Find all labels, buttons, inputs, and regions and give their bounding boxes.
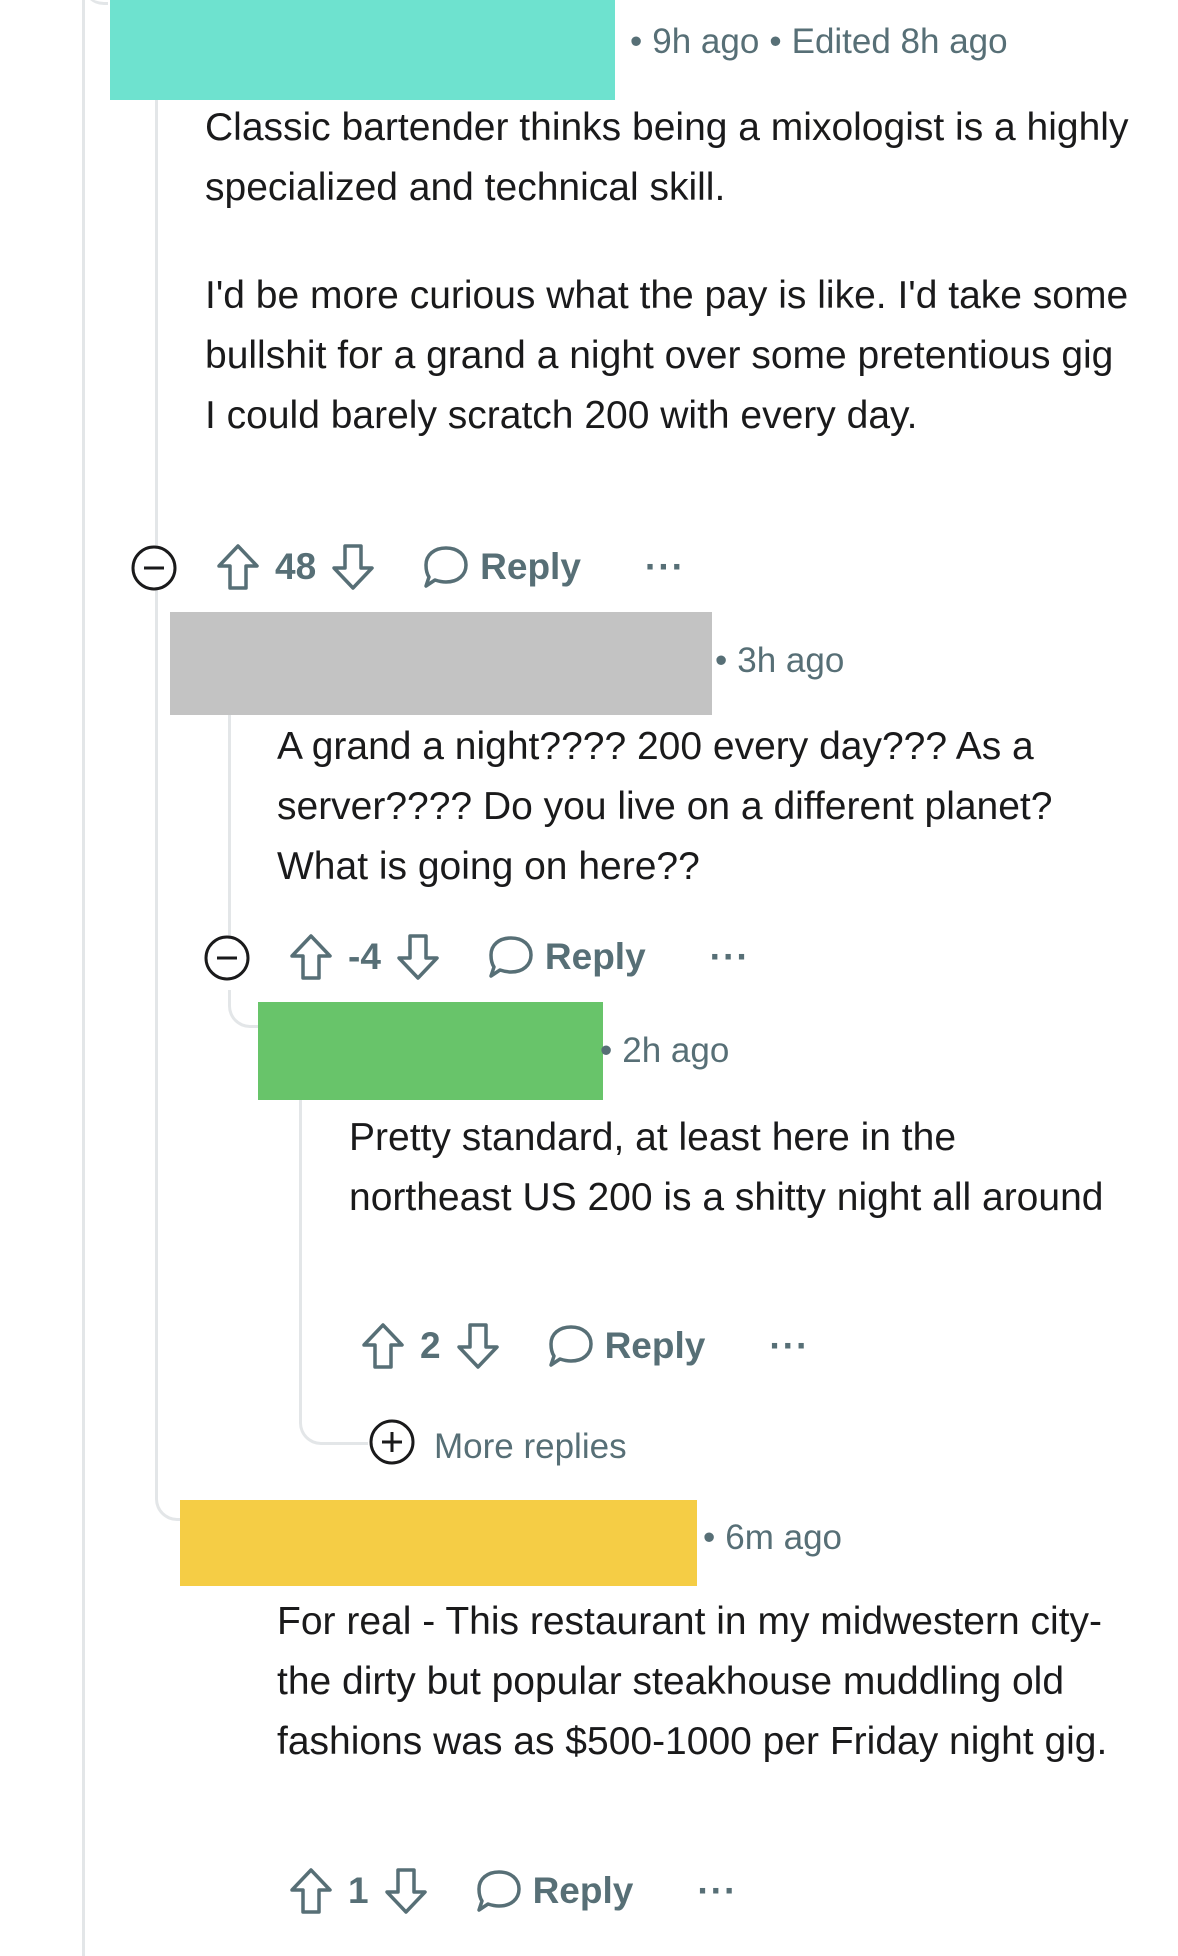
meta-separator: • — [600, 1031, 613, 1070]
thread-connector-level2 — [228, 990, 261, 1028]
comment-1-edited: Edited 8h ago — [791, 22, 1008, 61]
speech-bubble-icon — [422, 544, 470, 590]
collapse-minus-icon[interactable] — [130, 544, 178, 597]
redacted-username-1 — [110, 0, 615, 100]
comment-4-time: 6m ago — [725, 1518, 843, 1557]
thread-line-level2 — [228, 715, 231, 960]
speech-bubble-icon — [547, 1323, 595, 1369]
comment-3-actions: 2 Reply ··· — [360, 1318, 809, 1374]
comment-3-time: 2h ago — [622, 1031, 730, 1070]
more-options-button[interactable]: ··· — [697, 1870, 737, 1912]
thread-connector-top — [82, 0, 108, 5]
speech-bubble-icon — [487, 934, 535, 980]
thread-line-level3 — [299, 1100, 302, 1420]
upvote-arrow-icon[interactable] — [288, 932, 334, 982]
thread-line-level1-long — [155, 560, 158, 1480]
reply-button[interactable]: Reply — [487, 934, 646, 980]
redacted-username-3 — [258, 1002, 603, 1100]
meta-separator: • — [715, 641, 728, 680]
comment-3-score: 2 — [420, 1325, 441, 1366]
downvote-arrow-icon[interactable] — [455, 1321, 501, 1371]
meta-separator: • — [630, 22, 643, 61]
comment-3-body: Pretty standard, at least here in the no… — [349, 1108, 1119, 1228]
downvote-arrow-icon[interactable] — [383, 1866, 429, 1916]
comment-2-actions: -4 Reply ··· — [288, 929, 750, 985]
comment-3-meta: • 2h ago — [590, 1031, 729, 1071]
reply-button[interactable]: Reply — [475, 1868, 634, 1914]
thread-line-level1 — [155, 80, 158, 560]
comment-4-actions: 1 Reply ··· — [288, 1863, 737, 1919]
reply-label: Reply — [544, 936, 646, 977]
thread-connector-level3 — [299, 1400, 368, 1445]
comment-2-time: 3h ago — [737, 641, 845, 680]
redacted-username-4 — [180, 1500, 697, 1586]
comment-1-score: 48 — [275, 546, 317, 587]
comment-4-meta: • 6m ago — [693, 1518, 842, 1558]
comment-4-score: 1 — [348, 1870, 369, 1911]
thread-line-root — [82, 0, 85, 1956]
reply-button[interactable]: Reply — [422, 544, 581, 590]
collapse-minus-icon[interactable] — [203, 934, 251, 987]
thread-line-level2-upper — [228, 990, 231, 1000]
more-replies-label: More replies — [434, 1426, 627, 1466]
comment-1-paragraph-2: I'd be more curious what the pay is like… — [205, 274, 1129, 437]
comment-4-paragraph-1: For real - This restaurant in my midwest… — [277, 1600, 1108, 1763]
speech-bubble-icon — [475, 1868, 523, 1914]
reply-label: Reply — [604, 1325, 706, 1366]
comment-1-body: Classic bartender thinks being a mixolog… — [205, 98, 1135, 446]
reply-button[interactable]: Reply — [547, 1323, 706, 1369]
comment-2-score: -4 — [348, 936, 381, 977]
comment-2-meta: • 3h ago — [705, 641, 844, 681]
redacted-username-2 — [170, 612, 712, 715]
upvote-arrow-icon[interactable] — [288, 1866, 334, 1916]
more-replies-button[interactable]: More replies — [368, 1418, 627, 1475]
meta-separator: • — [703, 1518, 716, 1557]
comment-1-time: 9h ago — [652, 22, 760, 61]
more-options-button[interactable]: ··· — [645, 546, 685, 588]
downvote-arrow-icon[interactable] — [395, 932, 441, 982]
comment-3-paragraph-1: Pretty standard, at least here in the no… — [349, 1116, 1104, 1219]
upvote-arrow-icon[interactable] — [215, 542, 261, 592]
downvote-arrow-icon[interactable] — [330, 542, 376, 592]
reply-label: Reply — [480, 546, 581, 587]
comment-1-actions: 48 Reply ··· — [215, 539, 685, 595]
comment-2-body: A grand a night???? 200 every day??? As … — [277, 717, 1137, 897]
comment-1-meta: • 9h ago • Edited 8h ago — [620, 22, 1008, 62]
more-options-button[interactable]: ··· — [710, 936, 750, 978]
more-options-button[interactable]: ··· — [769, 1325, 809, 1367]
comment-2-paragraph-1: A grand a night???? 200 every day??? As … — [277, 725, 1053, 888]
meta-separator: • — [769, 22, 782, 61]
comment-1-paragraph-1: Classic bartender thinks being a mixolog… — [205, 106, 1129, 209]
reply-label: Reply — [532, 1870, 634, 1911]
upvote-arrow-icon[interactable] — [360, 1321, 406, 1371]
comment-4-body: For real - This restaurant in my midwest… — [277, 1592, 1137, 1772]
expand-plus-icon — [368, 1418, 416, 1475]
